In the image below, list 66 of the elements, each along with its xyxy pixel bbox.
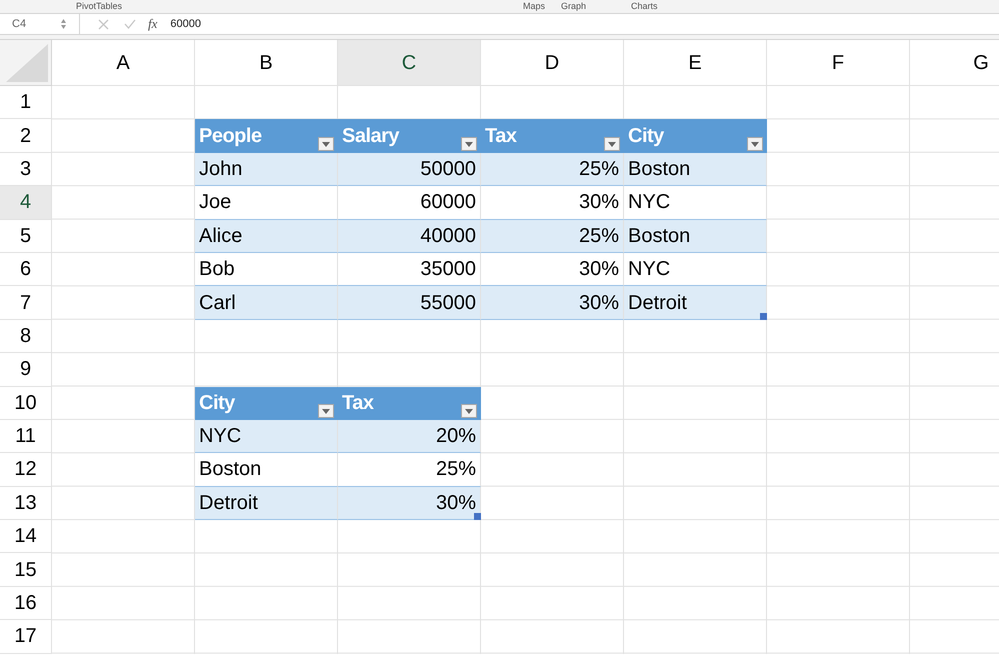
row-header[interactable]: 15: [0, 553, 52, 587]
table-cell: Alice: [195, 220, 338, 253]
table-cell: John: [195, 152, 338, 186]
header-text: Salary: [342, 124, 400, 150]
table-cell: Boston: [624, 220, 767, 253]
filter-dropdown-icon[interactable]: [461, 136, 477, 151]
table-cell: 25%: [481, 152, 624, 186]
header-text: Tax: [342, 391, 374, 416]
ribbon-label[interactable]: PivotTables: [76, 2, 122, 11]
column-header[interactable]: D: [481, 40, 624, 86]
row-header[interactable]: 7: [0, 286, 52, 320]
row-header[interactable]: 3: [0, 152, 52, 186]
table-cell: 30%: [481, 186, 624, 220]
row-header[interactable]: 13: [0, 486, 52, 520]
ribbon-label[interactable]: Charts: [631, 2, 658, 11]
header-text: Tax: [485, 124, 516, 150]
column-header[interactable]: A: [52, 40, 195, 86]
row-header[interactable]: 12: [0, 453, 52, 487]
table-cell: 30%: [338, 486, 481, 520]
table-cell: Joe: [195, 186, 338, 220]
table-cell: 20%: [338, 420, 481, 454]
stepper-icon[interactable]: [60, 18, 67, 30]
table-cell: NYC: [195, 420, 338, 454]
row-header[interactable]: 4: [0, 186, 52, 220]
filter-dropdown-icon[interactable]: [318, 404, 334, 418]
table-cell: 55000: [338, 286, 481, 320]
header-text: People: [199, 124, 262, 150]
table-cell: 50000: [338, 152, 481, 186]
row-header[interactable]: 14: [0, 520, 52, 554]
column-header[interactable]: E: [624, 40, 767, 86]
header-text: City: [628, 124, 664, 150]
table-cell: 25%: [481, 220, 624, 253]
row-header[interactable]: 16: [0, 586, 52, 620]
table-cell: Boston: [624, 152, 767, 186]
table-cell: Detroit: [624, 286, 767, 320]
row-header[interactable]: 11: [0, 420, 52, 454]
filter-dropdown-icon[interactable]: [461, 404, 477, 418]
row-header[interactable]: 6: [0, 252, 52, 286]
row-header[interactable]: 9: [0, 353, 52, 387]
table-cell: 60000: [338, 186, 481, 220]
header-text: City: [199, 391, 235, 416]
row-header[interactable]: 8: [0, 320, 52, 354]
ribbon-label[interactable]: Graph: [561, 2, 586, 11]
row-header[interactable]: 17: [0, 620, 52, 654]
filter-dropdown-icon[interactable]: [604, 136, 620, 151]
table-cell: Detroit: [195, 486, 338, 520]
row-header[interactable]: 2: [0, 119, 52, 153]
row-header[interactable]: 10: [0, 386, 52, 420]
table-cell: Carl: [195, 286, 338, 320]
formula-value[interactable]: 60000: [170, 16, 201, 32]
cell-reference: C4: [12, 16, 26, 32]
row-header[interactable]: 5: [0, 220, 52, 253]
table-cell: 40000: [338, 220, 481, 253]
check-icon[interactable]: [124, 19, 136, 29]
name-box[interactable]: C4: [0, 14, 80, 34]
function-button[interactable]: fx: [148, 14, 158, 34]
fill-handle[interactable]: [474, 513, 481, 520]
column-header[interactable]: C: [338, 40, 481, 86]
filter-dropdown-icon[interactable]: [747, 136, 763, 151]
column-header[interactable]: F: [767, 40, 910, 86]
column-header[interactable]: B: [195, 40, 338, 86]
table-cell: 30%: [481, 286, 624, 320]
ribbon-label[interactable]: Maps: [523, 2, 546, 11]
filter-dropdown-icon[interactable]: [318, 136, 334, 151]
row-header[interactable]: 1: [0, 86, 52, 120]
table-cell: NYC: [624, 186, 767, 220]
